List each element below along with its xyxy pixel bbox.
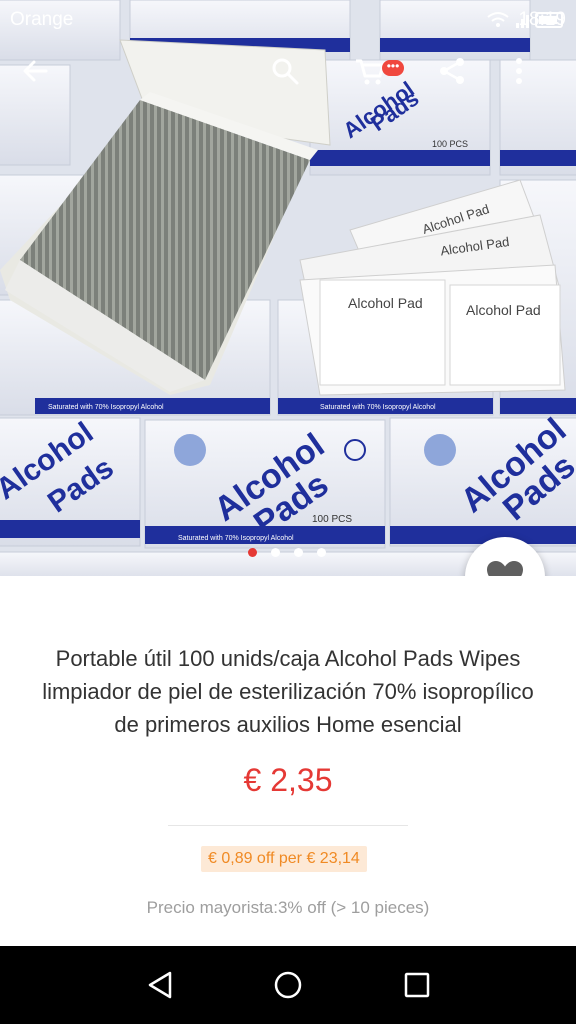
pad-label-text: Alcohol Pad: [348, 295, 423, 311]
cart-badge: •••: [382, 60, 404, 76]
triangle-back-icon: [148, 971, 172, 999]
nav-home-button[interactable]: [263, 960, 313, 1010]
more-button[interactable]: [514, 56, 562, 112]
wifi-icon: [487, 12, 509, 27]
wholesale-price: Precio mayorista:3% off (> 10 pieces): [146, 898, 430, 917]
clock: 18:19: [518, 9, 566, 30]
search-icon: [272, 58, 299, 85]
arrow-back-icon: [23, 60, 48, 82]
nav-recents-button[interactable]: [392, 960, 442, 1010]
product-image[interactable]: Alcohol Pads 100 PCS Saturated with 70% …: [0, 0, 576, 576]
carousel-dot[interactable]: [317, 548, 326, 557]
back-button[interactable]: [20, 56, 68, 112]
carousel-indicator: [248, 548, 326, 560]
system-nav-bar: [0, 946, 576, 1024]
carousel-dot[interactable]: [248, 548, 257, 557]
product-info: Portable útil 100 unids/caja Alcohol Pad…: [0, 576, 576, 946]
product-price: € 2,35: [243, 762, 333, 798]
pad-label-text: Alcohol Pad: [466, 302, 541, 318]
square-recents-icon: [404, 972, 430, 998]
nav-back-button[interactable]: [136, 960, 186, 1010]
more-vert-icon: [516, 58, 522, 84]
box-count-text: 100 PCS: [312, 514, 352, 525]
share-icon: [440, 58, 464, 84]
search-button[interactable]: [270, 56, 318, 112]
share-button[interactable]: [437, 56, 485, 112]
circle-home-icon: [274, 971, 302, 999]
box-count-text: 100 PCS: [432, 139, 468, 149]
product-title: Portable útil 100 unids/caja Alcohol Pad…: [42, 646, 534, 737]
carrier-name: Orange: [10, 9, 74, 30]
cart-button[interactable]: •••: [354, 56, 404, 112]
cart-icon: [356, 59, 385, 85]
carousel-dot[interactable]: [271, 548, 280, 557]
app-bar: •••: [0, 56, 576, 112]
carousel-dot[interactable]: [294, 548, 303, 557]
coupon-badge[interactable]: € 0,89 off per € 23,14: [201, 846, 367, 872]
status-bar: Orange 18:19: [0, 0, 576, 40]
box-strap-text: Saturated with 70% Isopropyl Alcohol: [320, 404, 436, 411]
box-strap-text: Saturated with 70% Isopropyl Alcohol: [48, 404, 164, 411]
divider: [168, 825, 408, 826]
